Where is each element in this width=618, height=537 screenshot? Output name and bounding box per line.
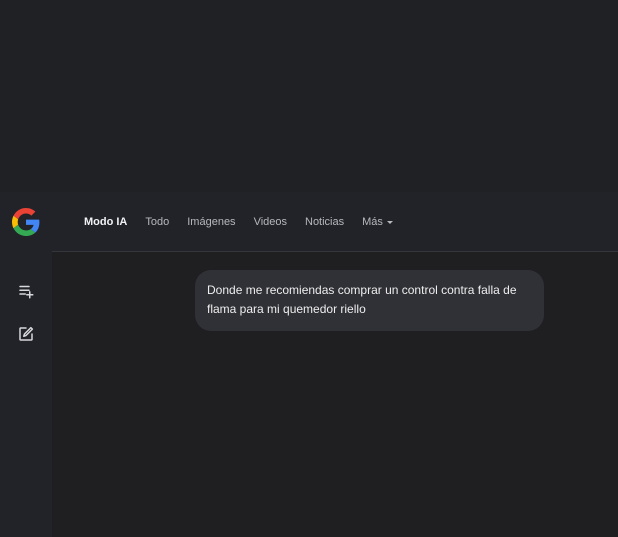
- tab-mas[interactable]: Más: [362, 216, 393, 228]
- google-logo[interactable]: [12, 208, 40, 236]
- main-panel: Modo IA Todo Imágenes Videos Noticias Má…: [52, 192, 618, 537]
- edit-icon[interactable]: [14, 322, 38, 346]
- top-blank-area: [0, 0, 618, 192]
- chevron-down-icon: [386, 221, 393, 224]
- tab-videos[interactable]: Videos: [254, 216, 287, 228]
- user-message-bubble: Donde me recomiendas comprar un control …: [195, 270, 544, 331]
- left-rail: [0, 192, 52, 537]
- search-tabs: Modo IA Todo Imágenes Videos Noticias Má…: [84, 216, 393, 228]
- tab-mas-label: Más: [362, 216, 383, 228]
- tab-noticias[interactable]: Noticias: [305, 216, 344, 228]
- tab-modo-ia[interactable]: Modo IA: [84, 216, 127, 228]
- new-thread-icon[interactable]: [14, 279, 38, 303]
- tab-todo[interactable]: Todo: [145, 216, 169, 228]
- user-message-text: Donde me recomiendas comprar un control …: [207, 283, 517, 316]
- header-divider: [52, 251, 618, 252]
- tab-imagenes[interactable]: Imágenes: [187, 216, 235, 228]
- search-header: Modo IA Todo Imágenes Videos Noticias Má…: [52, 192, 618, 251]
